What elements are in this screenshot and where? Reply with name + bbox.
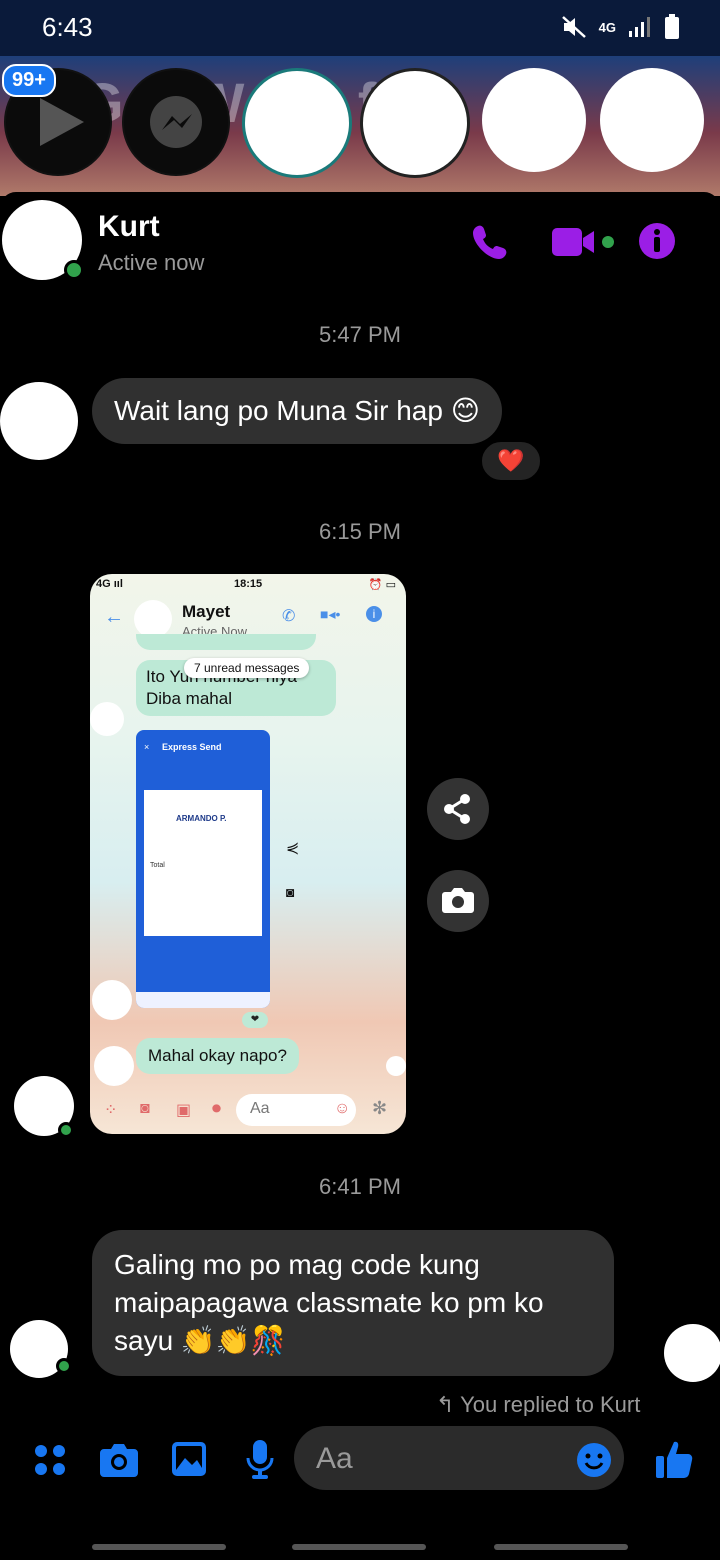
image-composer: ⁘ ◙ ▣ ⏺ Aa ☺ ✻	[90, 1088, 406, 1134]
reply-note-text: You replied to Kurt	[460, 1392, 641, 1417]
image-contact-avatar	[134, 600, 172, 638]
reply-icon: ↰	[436, 1392, 455, 1417]
contact-status: Active now	[98, 250, 205, 275]
nav-home[interactable]	[292, 1544, 426, 1550]
emoji-icon[interactable]	[576, 1442, 612, 1478]
mute-icon	[561, 16, 586, 38]
status-icons: 4G	[561, 14, 680, 40]
messenger-icon	[150, 96, 202, 148]
image-avatar-c	[94, 1046, 134, 1086]
image-avatar-d	[386, 1056, 406, 1076]
chat-head-1[interactable]	[242, 68, 352, 178]
video-call-icon[interactable]	[552, 224, 616, 260]
message-input-placeholder: Aa	[316, 1442, 353, 1475]
image-info-icon: i	[366, 606, 382, 622]
timestamp: 6:15 PM	[319, 519, 401, 544]
share-icon	[444, 794, 470, 824]
camera-icon	[442, 888, 474, 913]
card-title: Express Send	[162, 742, 222, 752]
online-indicator	[64, 260, 84, 280]
unread-badge: 99+	[2, 64, 56, 97]
image-contact-name: Mayet	[182, 602, 231, 621]
sender-avatar[interactable]	[0, 382, 78, 460]
image-share-icon: ⋞	[286, 840, 300, 857]
microphone-icon[interactable]	[244, 1438, 276, 1480]
chat-head-2[interactable]	[360, 68, 470, 178]
image-avatar-a	[90, 702, 124, 736]
reply-note: ↰ You replied to Kurt	[436, 1392, 640, 1418]
contact-name[interactable]: Kurt	[98, 210, 160, 244]
shared-image[interactable]: 4G ııl 18:15 ⏰ ▭ ← Mayet Active Now ✆ ■◂…	[90, 574, 406, 1134]
online-indicator	[58, 1122, 74, 1138]
battery-icon	[665, 14, 679, 39]
image-express-send-card: × Express Send ARMANDO P. Total	[136, 730, 270, 1008]
image-status-bar: 4G ııl 18:15 ⏰ ▭	[96, 578, 396, 591]
heart-reaction[interactable]: ❤️	[480, 440, 542, 482]
timestamp: 5:47 PM	[319, 322, 401, 347]
image-avatar-b	[92, 980, 132, 1020]
image-status-time: 18:15	[234, 578, 263, 590]
image-input-placeholder: Aa	[250, 1100, 270, 1117]
chat-head-4[interactable]	[600, 68, 704, 172]
timestamp: 6:41 PM	[319, 1174, 401, 1199]
online-indicator	[56, 1358, 72, 1374]
image-heart-reaction: ❤	[242, 1012, 268, 1028]
status-time: 6:43	[42, 12, 93, 42]
image-camera-icon: ◙	[286, 884, 295, 900]
gallery-icon[interactable]	[170, 1440, 208, 1478]
signal-icon	[629, 17, 650, 37]
camera-icon[interactable]	[98, 1440, 140, 1480]
image-bubble-2: Mahal okay napo?	[136, 1038, 299, 1074]
unread-pill: 7 unread messages	[184, 658, 310, 678]
message-bubble[interactable]: Galing mo po mag code kung maipapagawa c…	[92, 1230, 614, 1376]
card-total: Total	[150, 862, 165, 869]
like-icon[interactable]	[654, 1438, 694, 1480]
network-label: 4G	[598, 19, 616, 35]
image-prev-bubble	[136, 634, 316, 650]
back-arrow-icon: ←	[104, 606, 124, 628]
card-name: ARMANDO P.	[176, 814, 227, 823]
nav-recents[interactable]	[92, 1544, 226, 1550]
chat-head-3[interactable]	[482, 68, 586, 172]
info-icon[interactable]	[638, 222, 676, 260]
more-actions-icon[interactable]	[32, 1442, 68, 1478]
save-image-button[interactable]	[427, 870, 489, 932]
chat-head-messenger[interactable]	[122, 68, 230, 176]
phone-call-icon[interactable]	[470, 222, 510, 262]
image-video-icon: ■◂•	[320, 606, 341, 622]
nav-back[interactable]	[494, 1544, 628, 1550]
image-phone-icon: ✆	[282, 608, 296, 625]
message-bubble[interactable]: Wait lang po Muna Sir hap 😊	[92, 378, 502, 444]
share-image-button[interactable]	[427, 778, 489, 840]
read-receipt-avatar	[664, 1324, 720, 1382]
